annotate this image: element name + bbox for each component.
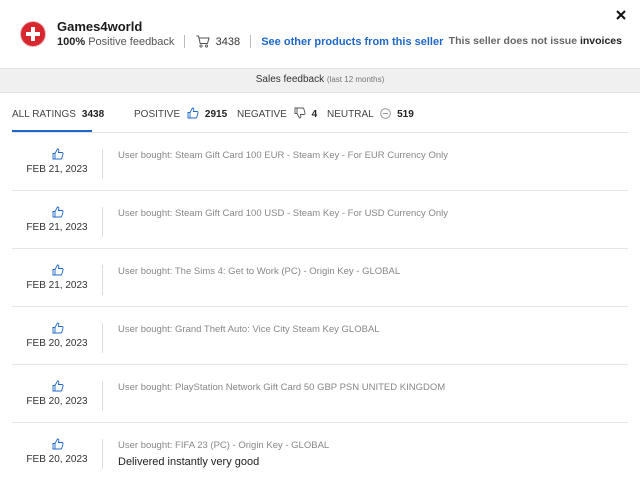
review-row: FEB 20, 2023 User bought: Grand Theft Au… [12,307,628,365]
divider [250,35,252,48]
review-product: User bought: Steam Gift Card 100 EUR - S… [118,150,448,161]
tab-all-ratings[interactable]: ALL RATINGS 3438 [12,92,104,132]
invoice-note-text: This seller does not issue [448,35,578,47]
divider [102,265,103,295]
close-icon[interactable] [614,8,628,22]
positive-feedback-label: Positive feedback [88,35,175,48]
review-comment: Delivered instantly very good [118,456,260,468]
tab-count: 2915 [204,109,228,120]
sales-feedback-bar: Sales feedback (last 12 months) [0,68,640,93]
review-row: FEB 20, 2023 User bought: PlayStation Ne… [12,365,628,423]
seller-meta: 100% Positive feedback 3438 See other pr… [57,35,443,49]
thumbs-up-icon [187,107,199,119]
thumbs-up-icon [52,206,64,218]
divider [102,439,103,469]
thumbs-up-icon [52,380,64,392]
review-product: User bought: Steam Gift Card 100 USD - S… [118,208,448,219]
divider [102,149,103,179]
neutral-icon [380,108,391,119]
seller-header: Games4world 100% Positive feedback 3438 … [0,0,640,68]
divider [184,35,186,48]
review-product: User bought: The Sims 4: Get to Work (PC… [118,266,401,277]
divider [102,323,103,353]
tab-count: 519 [397,109,414,120]
tab-negative[interactable]: NEGATIVE 4 [237,92,317,132]
review-date: FEB 20, 2023 [26,396,88,407]
thumbs-up-icon [52,264,64,276]
tab-count: 3438 [81,109,105,120]
thumbs-up-icon [52,438,64,450]
review-row: FEB 21, 2023 User bought: The Sims 4: Ge… [12,249,628,307]
sales-feedback-title: Sales feedback [255,74,325,85]
review-product: User bought: Grand Theft Auto: Vice City… [118,324,380,335]
tab-neutral[interactable]: NEUTRAL 519 [327,92,414,132]
invoice-note: This seller does not issue invoices [449,35,622,47]
cross-icon [26,27,40,41]
sales-count: 3438 [215,35,241,48]
tab-label: NEUTRAL [327,109,374,120]
sales-feedback-period: (last 12 months) [326,75,385,84]
review-product: User bought: PlayStation Network Gift Ca… [118,382,446,393]
review-date: FEB 21, 2023 [26,280,88,291]
see-other-products-link[interactable]: See other products from this seller [261,36,443,48]
tab-label: ALL RATINGS [12,109,76,120]
tab-label: NEGATIVE [237,109,287,120]
seller-name[interactable]: Games4world [57,19,142,34]
positive-percentage: 100% [57,35,86,48]
rating-tabs: ALL RATINGS 3438 POSITIVE 2915 NEGATIVE 4… [12,92,628,133]
review-row: FEB 21, 2023 User bought: Steam Gift Car… [12,133,628,191]
review-product: User bought: FIFA 23 (PC) - Origin Key -… [118,440,330,451]
review-row: FEB 20, 2023 User bought: FIFA 23 (PC) -… [12,423,628,480]
seller-logo [21,22,45,46]
tab-count: 4 [311,109,318,120]
thumbs-down-icon [294,107,306,119]
review-date: FEB 20, 2023 [26,454,88,465]
review-list: FEB 21, 2023 User bought: Steam Gift Car… [12,133,628,480]
thumbs-up-icon [52,322,64,334]
invoice-note-bold: invoices [579,35,622,47]
review-date: FEB 21, 2023 [26,222,88,233]
review-date: FEB 21, 2023 [26,164,88,175]
thumbs-up-icon [52,148,64,160]
tab-positive[interactable]: POSITIVE 2915 [134,92,227,132]
tab-label: POSITIVE [134,109,181,120]
cart-icon [196,35,210,48]
divider [102,381,103,411]
review-row: FEB 21, 2023 User bought: Steam Gift Car… [12,191,628,249]
divider [102,207,103,237]
review-date: FEB 20, 2023 [26,338,88,349]
